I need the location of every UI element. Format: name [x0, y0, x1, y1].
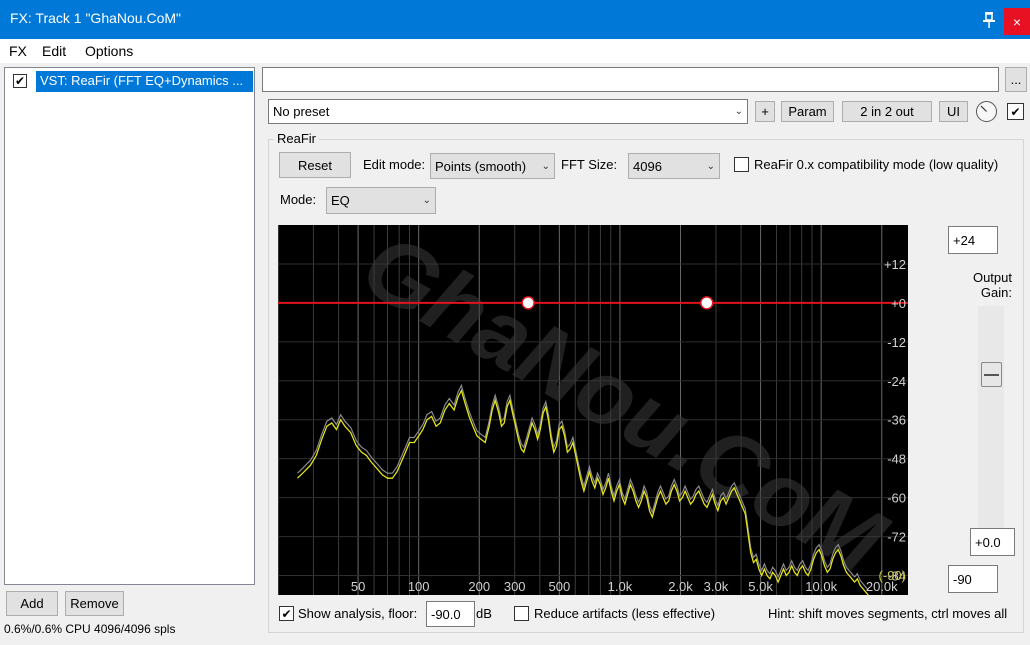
close-icon: ×: [1012, 13, 1022, 30]
pin-connector-button[interactable]: 2 in 2 out: [842, 101, 932, 122]
mode-dropdown[interactable]: EQ ⌄: [326, 187, 436, 214]
checkmark-icon: ✔: [14, 74, 26, 88]
mode-label: Mode:: [280, 192, 317, 207]
checkmark-icon: ✔: [281, 606, 292, 621]
output-gain-slider-thumb[interactable]: [981, 362, 1002, 387]
menu-fx[interactable]: FX: [9, 43, 27, 59]
db-tick-label: +12: [884, 257, 906, 272]
freq-tick-label: 300: [504, 579, 526, 594]
knob-icon: [980, 105, 987, 112]
output-gain-value[interactable]: +0.0: [970, 528, 1015, 556]
range-top-field[interactable]: +24: [948, 226, 998, 254]
title-bar[interactable]: FX: Track 1 "GhaNou.CoM" ×: [0, 0, 1030, 39]
checkmark-icon: ✔: [1010, 104, 1021, 119]
freq-tick-label: 5.0k: [748, 579, 773, 594]
output-gain-label-line1: Output: [972, 270, 1012, 285]
edit-mode-value: Points (smooth): [435, 158, 527, 174]
output-gain-slider[interactable]: [978, 306, 1004, 529]
freq-tick-label: 3.0k: [704, 579, 729, 594]
freq-tick-label: 200: [468, 579, 490, 594]
db-tick-label: +0: [891, 296, 906, 311]
menu-options[interactable]: Options: [85, 43, 133, 59]
mode-value: EQ: [331, 193, 350, 208]
more-options-button[interactable]: ...: [1005, 67, 1027, 92]
menu-bar: FX Edit Options: [0, 39, 1030, 63]
fx-item-label[interactable]: VST: ReaFir (FFT EQ+Dynamics ...: [36, 71, 253, 92]
reset-button[interactable]: Reset: [279, 152, 351, 178]
fft-size-label: FFT Size:: [561, 157, 618, 172]
watermark: GhaNou.CoM: [346, 225, 904, 594]
reduce-artifacts-label: Reduce artifacts (less effective): [534, 606, 716, 621]
pin-icon: [983, 12, 995, 28]
param-button[interactable]: Param: [781, 101, 834, 122]
add-fx-button[interactable]: Add: [6, 591, 58, 616]
db-tick-label: -36: [887, 413, 906, 428]
preset-dropdown[interactable]: No preset ⌄: [268, 99, 748, 124]
freq-tick-label: 2.0k: [668, 579, 693, 594]
eq-graph-canvas[interactable]: GhaNou.CoM 50 100 200 300 500 1.0k 2.0k 3.0k 5.0…: [278, 225, 908, 595]
fx-enable-checkbox[interactable]: ✔: [13, 74, 27, 88]
eq-point[interactable]: [521, 296, 535, 310]
close-button[interactable]: ×: [1004, 8, 1030, 35]
db-tick-label: -60: [887, 491, 906, 506]
pin-button[interactable]: [976, 6, 1002, 34]
db-tick-label: -72: [887, 530, 906, 545]
wet-knob[interactable]: [976, 101, 997, 122]
db-tick-label: -48: [887, 452, 906, 467]
fx-name-field[interactable]: [262, 67, 999, 92]
freq-tick-label: 50: [351, 579, 365, 594]
floor-label: (-90): [879, 568, 906, 583]
reduce-artifacts-checkbox[interactable]: [514, 606, 529, 621]
output-gain-label-line2: Gain:: [980, 285, 1012, 300]
preset-value: No preset: [273, 104, 330, 119]
show-analysis-label: Show analysis, floor:: [298, 606, 418, 621]
window-title: FX: Track 1 "GhaNou.CoM": [10, 10, 181, 26]
fft-size-value: 4096: [633, 158, 662, 174]
edit-mode-label: Edit mode:: [363, 157, 426, 172]
analysis-floor-field[interactable]: -90.0: [426, 601, 475, 627]
fx-list-item[interactable]: ✔ VST: ReaFir (FFT EQ+Dynamics ...: [11, 71, 253, 92]
freq-tick-label: 100: [408, 579, 430, 594]
range-bottom-field[interactable]: -90: [948, 565, 998, 593]
freq-tick-label: 10.0k: [805, 579, 837, 594]
output-gain-label: Output Gain:: [960, 270, 1012, 300]
chevron-down-icon: ⌄: [422, 195, 431, 206]
eq-point[interactable]: [699, 296, 714, 310]
fx-chain-list[interactable]: ✔ VST: ReaFir (FFT EQ+Dynamics ...: [4, 67, 255, 585]
cpu-status: 0.6%/0.6% CPU 4096/4096 spls: [4, 622, 176, 636]
remove-fx-button[interactable]: Remove: [65, 591, 124, 616]
hint-text: Hint: shift moves segments, ctrl moves a…: [768, 606, 1008, 621]
freq-tick-label: 500: [548, 579, 570, 594]
show-analysis-checkbox[interactable]: ✔: [279, 606, 294, 621]
compat-mode-checkbox[interactable]: [734, 157, 749, 172]
chevron-down-icon: ⌄: [734, 106, 743, 117]
eq-graph[interactable]: GhaNou.CoM 50 100 200 300 500 1.0k 2.0k 3.0k 5.0…: [278, 225, 908, 595]
fx-enabled-checkbox[interactable]: ✔: [1007, 103, 1024, 120]
group-title: ReaFir: [274, 131, 320, 146]
edit-mode-dropdown[interactable]: Points (smooth) ⌄: [430, 153, 555, 179]
menu-edit[interactable]: Edit: [42, 43, 66, 59]
db-tick-label: -24: [887, 374, 906, 389]
chevron-down-icon: ⌄: [706, 160, 715, 172]
compat-mode-label: ReaFir 0.x compatibility mode (low quali…: [754, 157, 999, 172]
db-unit-label: dB: [476, 606, 492, 621]
fft-size-dropdown[interactable]: 4096 ⌄: [628, 153, 720, 179]
db-tick-label: -12: [887, 335, 906, 350]
preset-plus-button[interactable]: +: [755, 101, 775, 122]
freq-tick-label: 1.0k: [608, 579, 633, 594]
ui-button[interactable]: UI: [939, 101, 968, 122]
chevron-down-icon: ⌄: [541, 160, 550, 172]
